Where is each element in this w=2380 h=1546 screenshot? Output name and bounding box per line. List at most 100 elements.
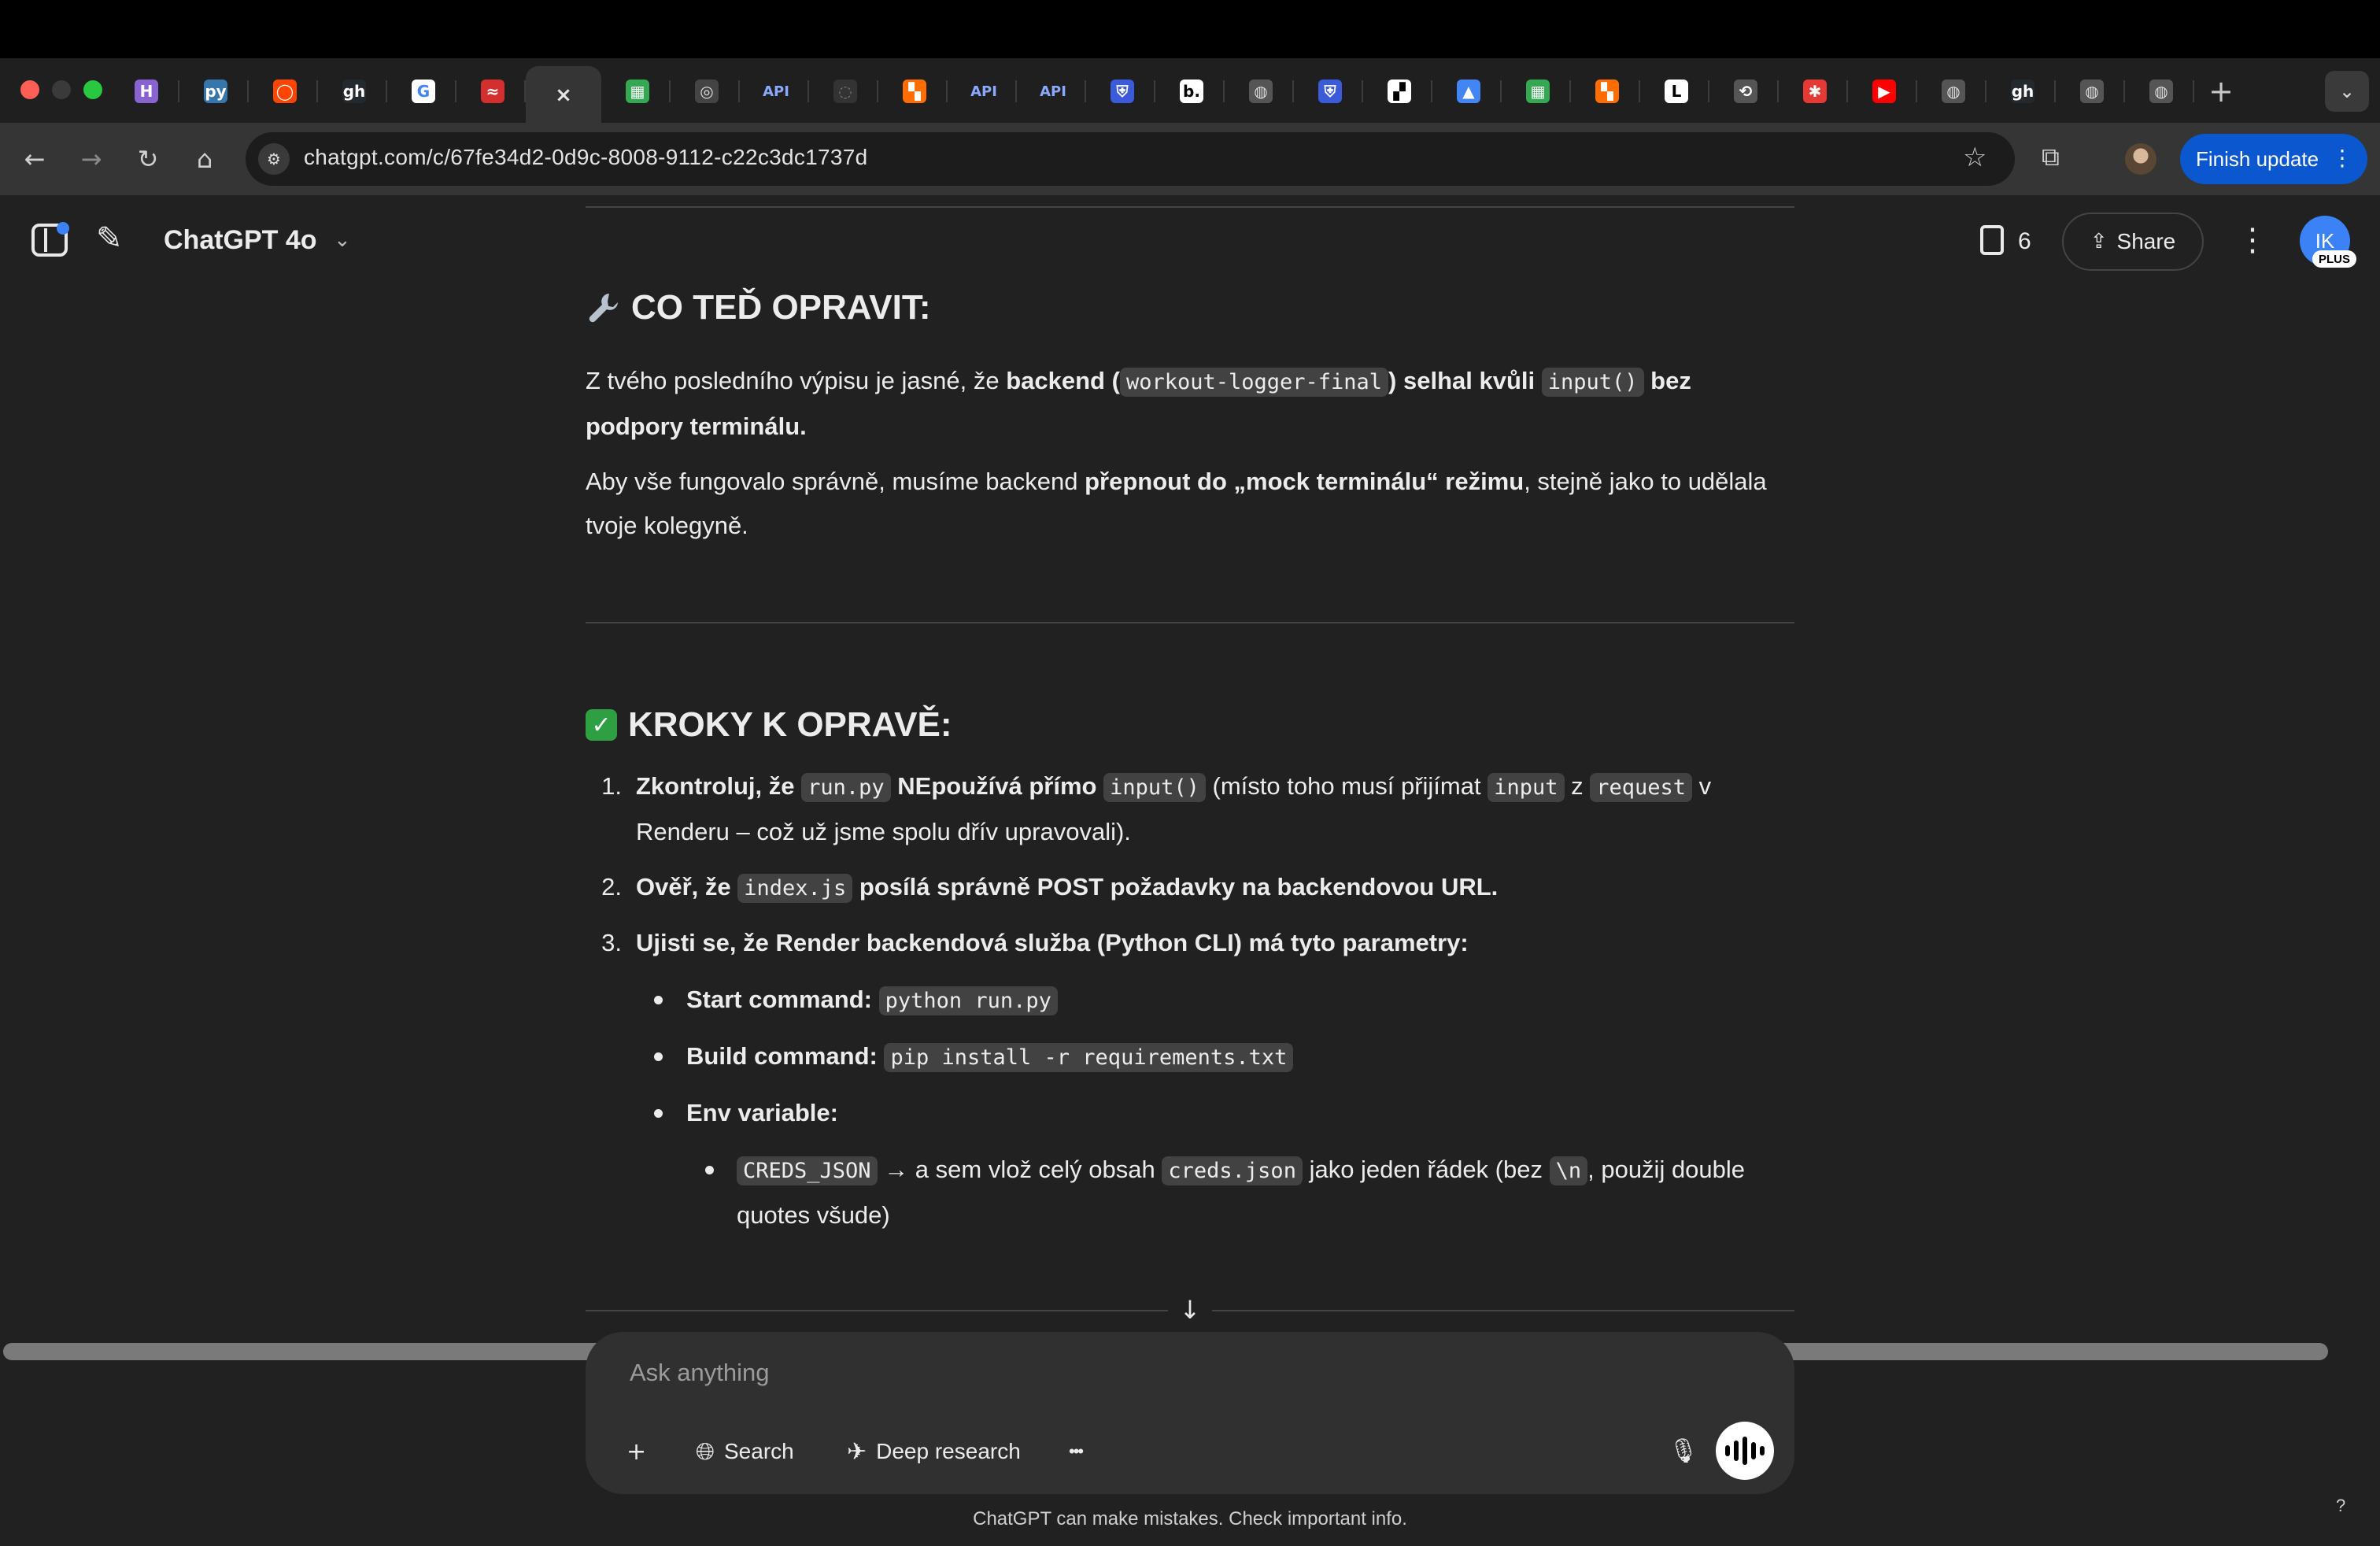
browser-tab[interactable]: ⟲	[1713, 71, 1779, 112]
browser-profile-avatar[interactable]	[2125, 143, 2156, 175]
section-heading-text: CO TEĎ OPRAVIT:	[631, 288, 931, 327]
tab-active[interactable]: ×	[526, 66, 601, 124]
browser-tab[interactable]: ✱	[1782, 71, 1848, 112]
bold-text: přepnout do „mock terminálu“ režimu	[1085, 468, 1524, 495]
close-window-button[interactable]	[20, 80, 39, 99]
browser-tab[interactable]: ⛨	[1089, 71, 1155, 112]
inline-code: input()	[1541, 368, 1644, 397]
favicon-icon: ◍	[2149, 80, 2173, 103]
maximize-window-button[interactable]	[83, 80, 102, 99]
new-tab-button[interactable]: +	[2202, 72, 2240, 110]
more-tools-button[interactable]: •••	[1069, 1429, 1084, 1474]
browser-tab[interactable]: gh	[321, 71, 387, 112]
tab-search-button[interactable]: ⌄	[2325, 71, 2369, 112]
browser-tab[interactable]: ◍	[2059, 71, 2125, 112]
tab-separator	[2054, 80, 2056, 102]
more-options-icon[interactable]: ⋮	[2237, 222, 2268, 258]
text: z	[1564, 772, 1591, 800]
browser-tab[interactable]: G	[390, 71, 456, 112]
plus-icon: +	[626, 1437, 647, 1466]
bold-text: NEpoužívá přímo	[890, 772, 1104, 800]
bullet	[654, 1109, 663, 1118]
share-button[interactable]: ⇪ Share	[2062, 213, 2204, 271]
browser-tab[interactable]: ≈	[460, 71, 526, 112]
favicon-icon: ▦	[626, 80, 649, 103]
site-info-icon[interactable]: ⚙	[258, 143, 290, 175]
bold-text: Zkontroluj, že	[636, 772, 802, 800]
browser-tab[interactable]: ▦	[604, 71, 671, 112]
browser-tab[interactable]: L	[1643, 71, 1709, 112]
favicon-icon: ▞	[1388, 80, 1411, 103]
tab-separator	[1846, 80, 1848, 102]
browser-tab[interactable]: ▦	[1505, 71, 1571, 112]
browser-tab[interactable]: ▚	[1574, 71, 1640, 112]
close-tab-icon[interactable]: ×	[552, 83, 575, 107]
tab-separator	[178, 80, 179, 102]
tab-separator	[1916, 80, 1917, 102]
favicon-icon: b.	[1180, 80, 1203, 103]
new-chat-icon[interactable]: ✎	[96, 220, 123, 257]
browser-tab[interactable]: ◍	[2128, 71, 2194, 112]
browser-tab[interactable]: API	[951, 71, 1017, 112]
browser-tab[interactable]: ◍	[1920, 71, 1986, 112]
bullet	[654, 996, 663, 1004]
bookmark-star-icon[interactable]: ☆	[1963, 142, 1986, 173]
browser-tab[interactable]: gh	[1990, 71, 2056, 112]
scroll-down-button[interactable]: ↓	[1168, 1288, 1212, 1332]
disclaimer: ChatGPT can make mistakes. Check importa…	[973, 1508, 1407, 1529]
browser-tab[interactable]: ⛨	[1297, 71, 1363, 112]
prompt-input[interactable]: Ask anything	[630, 1359, 770, 1387]
finish-update-button[interactable]: Finish update ⋮	[2180, 134, 2367, 184]
text: → a sem vlož celý obsah	[877, 1156, 1162, 1183]
browser-tab[interactable]: ▲	[1436, 71, 1502, 112]
share-label: Share	[2116, 229, 2176, 253]
browser-tab[interactable]: ◌	[812, 71, 878, 112]
finish-update-menu-icon[interactable]: ⋮	[2331, 145, 2353, 171]
model-selector[interactable]: ChatGPT 4o	[164, 225, 317, 256]
microphone-icon[interactable]: 🎙︎	[1669, 1437, 1698, 1465]
voice-mode-button[interactable]	[1716, 1422, 1774, 1480]
section-heading-text: KROKY K OPRAVĚ:	[628, 705, 952, 744]
waveform-bar	[1734, 1441, 1739, 1461]
tab-separator	[877, 80, 878, 102]
url-text[interactable]: chatgpt.com/c/67fe34d2-0d9c-8008-9112-c2…	[304, 145, 868, 170]
browser-tab[interactable]: ◎	[674, 71, 740, 112]
browser-tab[interactable]: ◍	[1228, 71, 1294, 112]
divider	[586, 622, 1794, 623]
browser-tab[interactable]: ◯	[252, 71, 318, 112]
browser-tab[interactable]: b.	[1159, 71, 1225, 112]
tab-separator	[1569, 80, 1571, 102]
search-button[interactable]: 🌐︎ Search	[696, 1429, 794, 1474]
back-button[interactable]: ←	[16, 140, 54, 178]
favicon-icon: ◍	[1249, 80, 1273, 103]
attach-button[interactable]: +	[626, 1429, 646, 1474]
browser-tab[interactable]: API	[743, 71, 809, 112]
list-number: 3.	[601, 929, 622, 956]
reload-button[interactable]: ↻	[129, 140, 167, 178]
browser-tab[interactable]: H	[113, 71, 179, 112]
forward-button[interactable]: →	[72, 140, 110, 178]
browser-tab[interactable]: ▶	[1851, 71, 1917, 112]
browser-tab[interactable]: ▚	[881, 71, 948, 112]
tab-separator	[247, 80, 249, 102]
extensions-icon[interactable]: ⧉	[2042, 142, 2060, 172]
tab-separator	[1777, 80, 1779, 102]
home-button[interactable]: ⌂	[186, 140, 224, 178]
document-count[interactable]: 6	[2018, 228, 2031, 255]
list-item-start-command: Start command: python run.py	[686, 978, 1058, 1023]
document-icon[interactable]	[1980, 225, 2004, 255]
help-button[interactable]: ?	[2336, 1496, 2345, 1516]
browser-tab[interactable]: API	[1020, 71, 1086, 112]
minimize-window-button[interactable]	[52, 80, 71, 99]
browser-tab[interactable]: py	[183, 71, 249, 112]
paragraph-2: Aby vše fungovalo správně, musíme backen…	[586, 460, 1794, 548]
favicon-icon: L	[1665, 80, 1688, 103]
chevron-down-icon[interactable]: ⌄	[334, 228, 351, 252]
tab-separator	[1708, 80, 1709, 102]
favicon-icon: gh	[2011, 80, 2034, 103]
inline-code: request	[1590, 773, 1693, 802]
tab-separator	[1362, 80, 1363, 102]
text: (místo toho musí přijímat	[1205, 772, 1488, 800]
deep-research-button[interactable]: ✈ Deep research	[847, 1429, 1021, 1474]
browser-tab[interactable]: ▞	[1366, 71, 1432, 112]
